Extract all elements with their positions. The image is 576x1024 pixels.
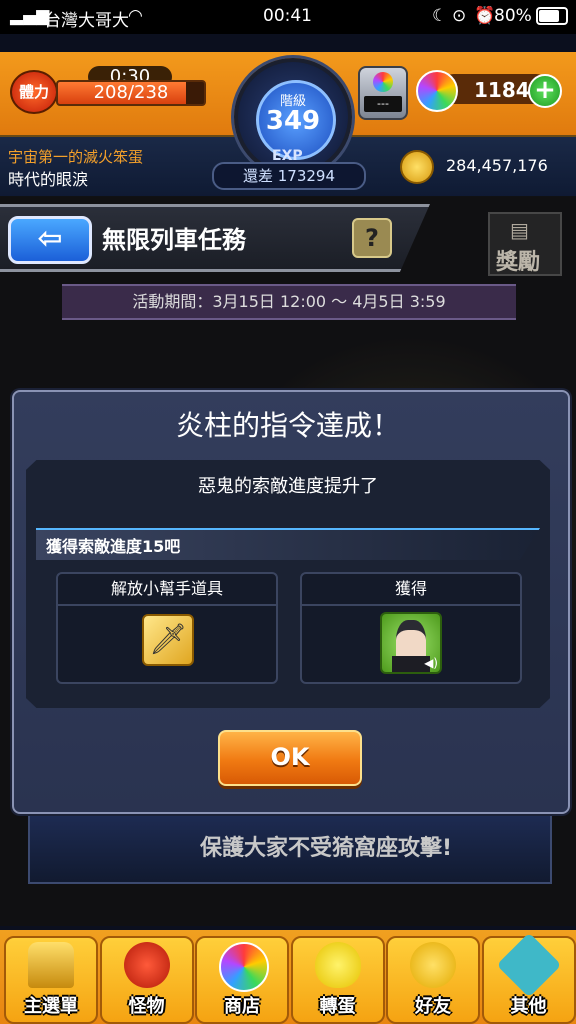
- nav-label: 商店: [224, 996, 260, 1017]
- rank-value: 349: [265, 106, 321, 136]
- sword-item-icon[interactable]: 🗡: [142, 614, 194, 666]
- character-portrait[interactable]: ◀): [380, 612, 442, 674]
- progress-text: 獲得索敵進度15吧: [46, 537, 181, 556]
- carrier-name: 台灣大哥大: [44, 11, 129, 31]
- moon-icon: ☾: [432, 6, 448, 26]
- clock: 00:41: [263, 6, 312, 26]
- nav-button-4[interactable]: 好友: [386, 936, 480, 1024]
- nav-button-1[interactable]: 怪物: [99, 936, 194, 1024]
- orb-count: 1184: [474, 78, 530, 102]
- back-arrow-icon: ⇦: [37, 221, 63, 256]
- stamina-value: 208/238: [93, 82, 169, 103]
- egg-icon: [314, 942, 361, 988]
- speaker-icon: ◀): [424, 656, 438, 670]
- helper-item-box-title: 解放小幫手道具: [58, 574, 276, 606]
- status-bar: ▂▄▆ 台灣大哥大 ◠ 00:41 ☾ ⊙ ⏰ 80%: [0, 0, 576, 34]
- nav-button-2[interactable]: 商店: [195, 936, 289, 1024]
- event-period-text: 活動期間：3月15日 12:00 ～ 4月5日 3:59: [132, 292, 446, 311]
- gold-coin-icon: [400, 150, 434, 184]
- dialog-subheading: 惡鬼的索敵進度提升了: [198, 476, 378, 497]
- nav-button-5[interactable]: 其他: [481, 932, 576, 1024]
- gold-amount: 284,457,176: [446, 156, 548, 175]
- item-box-label: ---: [377, 97, 389, 110]
- player-name: 時代的眼淚: [8, 170, 89, 189]
- rainbow-orb-icon: [219, 942, 269, 992]
- friends-icon: [410, 942, 456, 988]
- obtained-box-title: 獲得: [302, 574, 520, 606]
- ok-button[interactable]: OK: [218, 730, 362, 786]
- back-button[interactable]: ⇦: [8, 216, 92, 264]
- nav-label: 好友: [415, 996, 451, 1017]
- reward-label: 獎勵: [496, 250, 541, 275]
- help-button[interactable]: ?: [352, 218, 392, 258]
- exp-remaining: 還差 173294: [242, 167, 336, 185]
- dialog-heading: 炎柱的指令達成！: [175, 409, 400, 442]
- battery-icon: [536, 7, 568, 25]
- nav-label: 主選單: [24, 996, 78, 1017]
- stamina-bar: 208/238: [56, 80, 206, 106]
- nav-label: 怪物: [128, 996, 165, 1017]
- page-title: 無限列車任務: [102, 226, 246, 254]
- help-label: ?: [365, 224, 379, 252]
- ok-label: OK: [270, 743, 310, 771]
- progress-strip: 獲得索敵進度15吧: [36, 528, 540, 560]
- alarm-icon: ⏰: [474, 6, 496, 26]
- lock-rotation-icon: ⊙: [452, 6, 467, 26]
- nav-label: 轉蛋: [319, 996, 356, 1017]
- nav-label: 其他: [510, 996, 547, 1017]
- wifi-icon: ◠: [128, 6, 143, 26]
- battery-percent: 80%: [494, 6, 532, 26]
- question-diamond-icon: [495, 932, 562, 998]
- castle-gate-icon: [28, 942, 74, 988]
- add-orbs-button[interactable]: +: [528, 74, 562, 108]
- banner-text: 保護大家不受猗窩座攻擊!: [200, 836, 453, 861]
- nav-button-3[interactable]: 轉蛋: [290, 936, 385, 1024]
- player-title: 宇宙第一的滅火笨蛋: [8, 148, 144, 166]
- reward-button[interactable]: ▤ 獎勵: [488, 212, 562, 276]
- stamina-label: 體力: [18, 83, 49, 101]
- nav-button-0[interactable]: 主選單: [4, 936, 98, 1024]
- event-period-banner: 活動期間：3月15日 12:00 ～ 4月5日 3:59: [62, 284, 516, 320]
- exp-remaining-pill: 還差 173294: [212, 162, 366, 190]
- stamina-icon: 體力: [10, 70, 58, 114]
- rainbow-orb-icon: [416, 70, 458, 112]
- dragon-icon: [123, 942, 170, 988]
- helper-item-box: 解放小幫手道具 🗡: [56, 572, 278, 684]
- reward-scroll-icon: ▤: [510, 218, 529, 242]
- event-banner: 保護大家不受猗窩座攻擊!: [28, 810, 552, 884]
- item-box-icon[interactable]: ---: [358, 66, 408, 120]
- obtained-box: 獲得 ◀): [300, 572, 522, 684]
